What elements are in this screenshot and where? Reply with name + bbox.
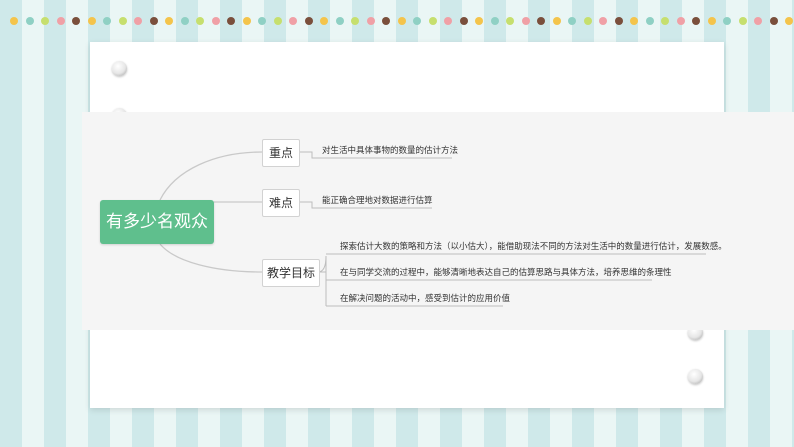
branch-difficulty[interactable]: 难点: [262, 189, 300, 217]
leaf-key-point: 对生活中具体事物的数量的估计方法: [322, 146, 459, 156]
connector-root-objectives: [159, 243, 263, 273]
leaf-difficulty: 能正确合理地对数据进行估算: [322, 196, 433, 206]
leaf-objective-1: 探索估计大数的策略和方法（以小估大），能借助现法不同的方法对生活中的数量进行估计…: [340, 242, 727, 252]
leaf-objective-2: 在与同学交流的过程中，能够清晰地表达自己的估算思路与具体方法，培养思维的条理性: [340, 268, 672, 278]
branch-key-point[interactable]: 重点: [262, 139, 300, 167]
connector-root-key-point: [159, 151, 263, 201]
leaf-objective-3: 在解决问题的活动中，感受到估计的应用价值: [340, 294, 511, 304]
branch-teaching-objectives[interactable]: 教学目标: [262, 259, 320, 287]
root-node[interactable]: 有多少名观众: [100, 200, 214, 244]
